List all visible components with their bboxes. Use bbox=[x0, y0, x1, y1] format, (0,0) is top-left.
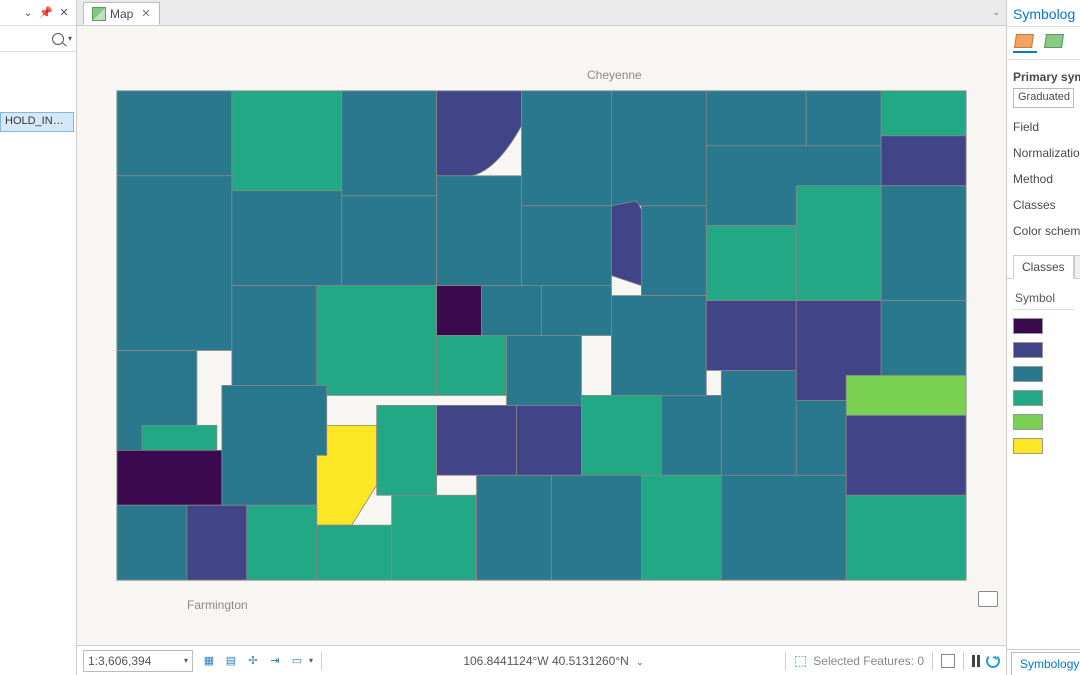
search-icon bbox=[52, 33, 64, 45]
measure-icon[interactable]: ⇥ bbox=[265, 651, 285, 671]
class-swatch-row[interactable] bbox=[1013, 410, 1074, 434]
symbology-pane: Symbolog Primary sym Graduated Co Field … bbox=[1006, 0, 1080, 675]
symbology-title: Symbolog bbox=[1007, 0, 1080, 27]
divider bbox=[321, 652, 322, 670]
classes-row[interactable]: Classes bbox=[1007, 192, 1080, 218]
tools-dropdown-icon[interactable]: ▾ bbox=[309, 656, 313, 665]
contents-pane: ⌄ 📌 ✕ ▾ HOLD_INCO… bbox=[0, 0, 77, 675]
coord-dropdown-icon[interactable]: ⌄ bbox=[636, 657, 644, 667]
scale-value: 1:3,606,394 bbox=[88, 654, 151, 668]
primary-symbology-label: Primary sym bbox=[1007, 60, 1080, 88]
divider bbox=[932, 652, 933, 670]
symbology-subtabs: Classes Hi bbox=[1007, 254, 1080, 279]
right-footer-tabs: Symbology bbox=[1007, 649, 1080, 675]
close-icon[interactable]: ✕ bbox=[56, 5, 72, 21]
map-tab-label: Map bbox=[110, 7, 133, 21]
class-swatch-row[interactable] bbox=[1013, 338, 1074, 362]
map-tab-strip: Map ✕ ⌄ bbox=[77, 0, 1006, 26]
symbol-column-header: Symbol bbox=[1013, 287, 1074, 310]
class-swatch-row[interactable] bbox=[1013, 362, 1074, 386]
tabstrip-chevron-icon[interactable]: ⌄ bbox=[992, 7, 1000, 18]
tab-classes[interactable]: Classes bbox=[1013, 255, 1074, 279]
pause-icon[interactable] bbox=[972, 655, 980, 667]
selected-features-label: Selected Features: 0 bbox=[813, 654, 924, 668]
status-tools: ▦ ▤ ✢ ⇥ ▭ ▾ bbox=[199, 651, 313, 671]
swatch-5 bbox=[1013, 414, 1043, 430]
swatch-1 bbox=[1013, 318, 1043, 334]
divider bbox=[963, 652, 964, 670]
color-scheme-row[interactable]: Color scheme bbox=[1007, 218, 1080, 244]
map-pane: Map ✕ ⌄ Cheyenne Farmington bbox=[77, 0, 1006, 675]
symbology-mode-icons bbox=[1007, 27, 1080, 60]
status-bar: 1:3,606,394 ▾ ▦ ▤ ✢ ⇥ ▭ ▾ 106.8441124°W … bbox=[77, 645, 1006, 675]
status-coords[interactable]: 106.8441124°W 40.5131260°N ⌄ bbox=[330, 654, 777, 668]
pin-icon[interactable]: 📌 bbox=[38, 5, 54, 21]
map-tab-close-icon[interactable]: ✕ bbox=[141, 7, 150, 20]
footer-tab-symbology[interactable]: Symbology bbox=[1011, 652, 1080, 675]
swatch-2 bbox=[1013, 342, 1043, 358]
selection-icon[interactable]: ⬚ bbox=[794, 652, 807, 669]
scale-combo[interactable]: 1:3,606,394 ▾ bbox=[83, 650, 193, 672]
field-row[interactable]: Field bbox=[1007, 114, 1080, 140]
divider bbox=[785, 652, 786, 670]
primary-symbology-icon[interactable] bbox=[1013, 33, 1037, 53]
snap-icon[interactable]: ✢ bbox=[243, 651, 263, 671]
normalization-row[interactable]: Normalization bbox=[1007, 140, 1080, 166]
class-swatch-row[interactable] bbox=[1013, 386, 1074, 410]
swatch-6 bbox=[1013, 438, 1043, 454]
classes-panel: Symbol bbox=[1007, 279, 1080, 649]
method-row[interactable]: Method bbox=[1007, 166, 1080, 192]
table-icon[interactable]: ▤ bbox=[221, 651, 241, 671]
class-swatch-row[interactable] bbox=[1013, 314, 1074, 338]
tab-histogram[interactable]: Hi bbox=[1074, 255, 1080, 279]
status-right: ⬚ Selected Features: 0 bbox=[794, 652, 1000, 670]
vary-symbology-icon[interactable] bbox=[1043, 33, 1067, 53]
swatch-3 bbox=[1013, 366, 1043, 382]
choropleth-map bbox=[77, 26, 1006, 645]
contents-search[interactable]: ▾ bbox=[0, 26, 76, 52]
map-viewport[interactable]: Cheyenne Farmington bbox=[77, 26, 1006, 645]
map-tab[interactable]: Map ✕ bbox=[83, 2, 160, 25]
swatch-4 bbox=[1013, 390, 1043, 406]
chevron-down-icon[interactable]: ⌄ bbox=[20, 5, 36, 21]
contents-header: ⌄ 📌 ✕ bbox=[0, 0, 76, 26]
scale-dropdown-icon: ▾ bbox=[184, 656, 188, 665]
app-root: ⌄ 📌 ✕ ▾ HOLD_INCO… Map ✕ ⌄ Cheyenne Farm… bbox=[0, 0, 1080, 675]
class-swatch-row[interactable] bbox=[1013, 434, 1074, 458]
refresh-icon[interactable] bbox=[986, 654, 1000, 668]
search-dropdown-icon[interactable]: ▾ bbox=[68, 34, 72, 43]
symbology-type-combo[interactable]: Graduated Co bbox=[1013, 88, 1074, 108]
map-icon bbox=[92, 7, 106, 21]
layout-icon[interactable]: ▭ bbox=[287, 651, 307, 671]
toc-layer-household-income[interactable]: HOLD_INCO… bbox=[0, 112, 74, 132]
grid-icon[interactable]: ▦ bbox=[199, 651, 219, 671]
extent-icon[interactable] bbox=[941, 654, 955, 668]
folder-icon[interactable] bbox=[978, 591, 998, 607]
contents-body: HOLD_INCO… bbox=[0, 52, 76, 675]
